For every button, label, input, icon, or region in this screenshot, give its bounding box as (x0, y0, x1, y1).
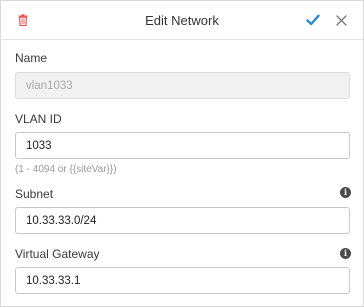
name-input[interactable] (15, 72, 350, 99)
close-button[interactable] (331, 10, 351, 30)
name-label: Name (15, 51, 48, 65)
vlan-id-input[interactable] (15, 132, 350, 159)
vlan-id-label: VLAN ID (15, 112, 62, 126)
virtual-gateway-label: Virtual Gateway (15, 247, 100, 261)
subnet-info-icon[interactable]: i (340, 187, 351, 198)
edit-network-dialog: Edit Network Name VLAN ID (1 - 4094 or {… (0, 0, 364, 307)
save-button[interactable] (303, 10, 323, 30)
vlan-id-hint: (1 - 4094 or {{siteVar}}) (15, 164, 117, 175)
gateway-info-icon[interactable]: i (340, 248, 351, 259)
checkmark-icon (306, 14, 320, 26)
dialog-header: Edit Network (1, 1, 363, 40)
close-icon (335, 14, 347, 26)
subnet-input[interactable] (15, 207, 350, 234)
subnet-label: Subnet (15, 187, 54, 201)
virtual-gateway-input[interactable] (15, 267, 350, 294)
